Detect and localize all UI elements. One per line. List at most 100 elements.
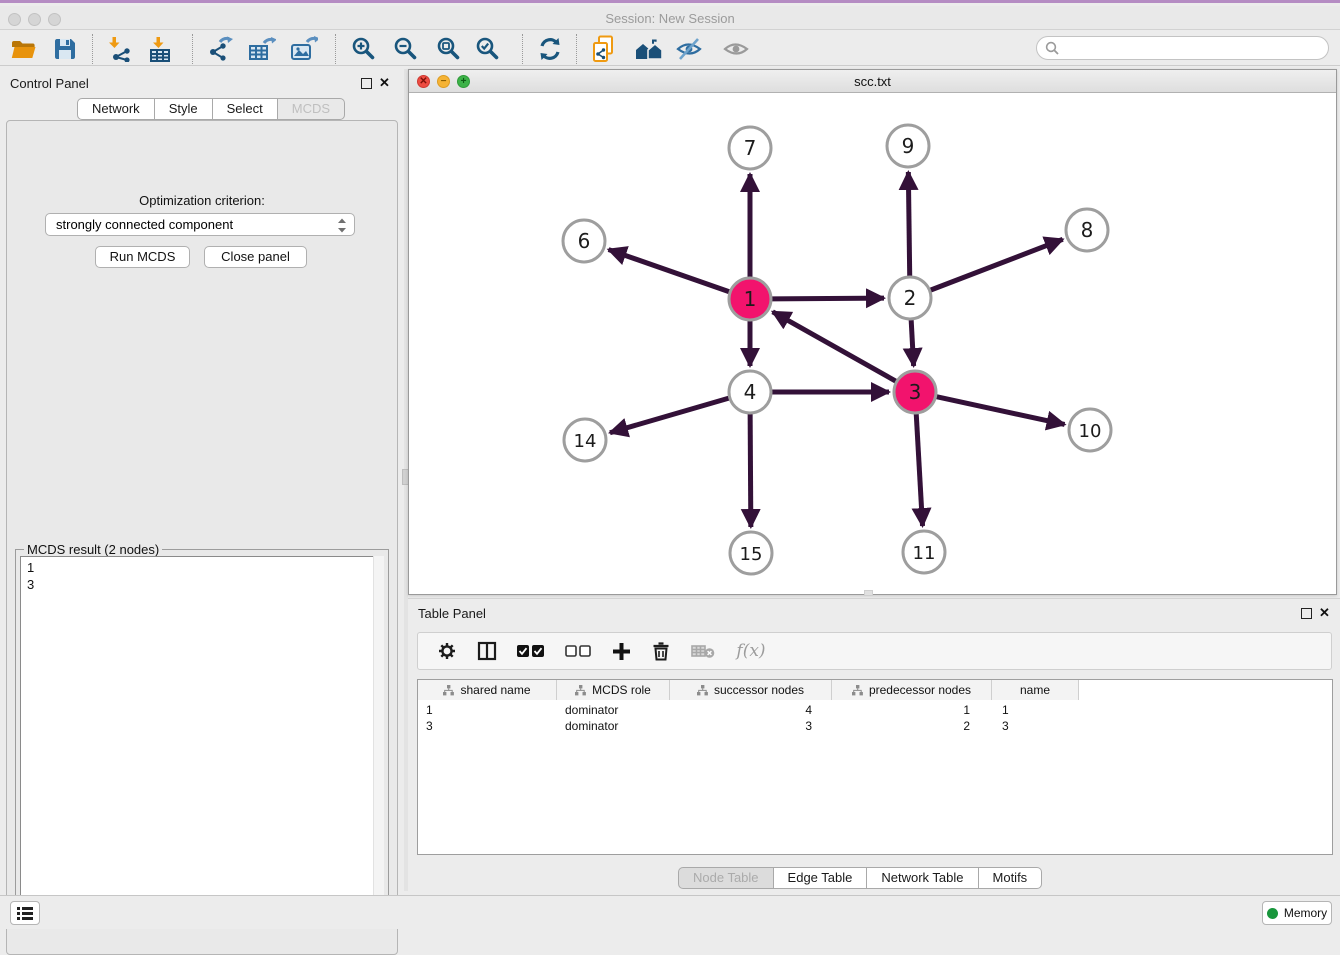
result-scrollbar[interactable] — [373, 556, 384, 922]
mcds-result-text[interactable]: 1 3 — [20, 556, 384, 922]
select-all-rows-icon[interactable] — [516, 640, 546, 662]
graph-edge-2-9[interactable] — [908, 172, 909, 276]
delete-columns-icon[interactable] — [650, 640, 672, 662]
graph-node-8[interactable]: 8 — [1066, 209, 1108, 251]
table-row[interactable]: 1 dominator 4 1 1 — [418, 702, 1079, 718]
status-bar: Memory — [0, 895, 1340, 929]
graph-edge-4-15[interactable] — [750, 414, 751, 527]
graph-edge-2-8[interactable] — [931, 239, 1063, 290]
column-header-successor-nodes[interactable]: successor nodes — [670, 680, 832, 700]
export-network-icon[interactable] — [206, 35, 234, 63]
graph-node-2[interactable]: 2 — [889, 277, 931, 319]
graph-edge-3-10[interactable] — [936, 397, 1064, 425]
import-network-icon[interactable] — [106, 35, 134, 63]
table-options-icon[interactable] — [436, 640, 458, 662]
network-window-titlebar[interactable]: ✕ − + scc.txt — [409, 70, 1336, 93]
float-table-panel-icon[interactable] — [1301, 608, 1312, 619]
tab-network[interactable]: Network — [77, 98, 155, 120]
run-mcds-button[interactable]: Run MCDS — [95, 246, 190, 268]
zoom-fit-icon[interactable] — [435, 35, 463, 63]
search-field[interactable] — [1036, 36, 1329, 60]
memory-button[interactable]: Memory — [1262, 901, 1332, 925]
svg-text:14: 14 — [574, 431, 597, 452]
close-table-panel-icon[interactable]: ✕ — [1319, 605, 1330, 621]
graph-node-10[interactable]: 10 — [1069, 409, 1111, 451]
graph-node-15[interactable]: 15 — [730, 532, 772, 574]
graph-node-3[interactable]: 3 — [894, 371, 936, 413]
graph-node-1[interactable]: 1 — [729, 278, 771, 320]
toolbar-separator — [576, 34, 577, 64]
add-column-icon[interactable] — [610, 640, 632, 662]
close-panel-icon[interactable]: ✕ — [379, 75, 390, 91]
tab-select[interactable]: Select — [213, 98, 278, 120]
network-canvas[interactable]: 1 2 3 4 6 7 8 9 10 11 14 15 — [409, 93, 1336, 594]
tab-mcds[interactable]: MCDS — [278, 98, 345, 120]
save-session-icon[interactable] — [51, 35, 79, 63]
tab-motifs[interactable]: Motifs — [979, 867, 1043, 889]
export-table-icon[interactable] — [248, 35, 276, 63]
graph-node-11[interactable]: 11 — [903, 531, 945, 573]
graph-node-9[interactable]: 9 — [887, 125, 929, 167]
function-builder-icon: f(x) — [734, 640, 768, 662]
control-panel-title: Control Panel — [10, 76, 89, 91]
chevron-updown-icon — [337, 217, 347, 233]
node-table: shared name MCDS role successor nodes pr… — [417, 679, 1333, 855]
toolbar-separator — [92, 34, 93, 64]
apply-layout-icon[interactable] — [536, 35, 564, 63]
toolbar-separator — [192, 34, 193, 64]
svg-text:8: 8 — [1081, 218, 1094, 242]
graph-edge-4-14[interactable] — [610, 398, 729, 433]
graph-edge-1-2[interactable] — [772, 298, 884, 299]
table-panel-title: Table Panel — [418, 606, 486, 621]
criterion-dropdown[interactable]: strongly connected component — [45, 213, 355, 236]
graph-node-6[interactable]: 6 — [563, 220, 605, 262]
show-graphics-details-icon[interactable] — [722, 35, 750, 63]
tab-network-table[interactable]: Network Table — [867, 867, 978, 889]
delete-table-icon[interactable] — [690, 640, 716, 662]
float-panel-icon[interactable] — [361, 78, 372, 89]
mcds-result-groupbox: MCDS result (2 nodes) 1 3 — [15, 549, 389, 927]
titlebar: Session: New Session — [0, 6, 1340, 30]
table-panel-tabs: Node Table Edge Table Network Table Moti… — [678, 867, 1042, 889]
column-header-mcds-role[interactable]: MCDS role — [557, 680, 670, 700]
column-header-shared-name[interactable]: shared name — [418, 680, 557, 700]
column-header-predecessor-nodes[interactable]: predecessor nodes — [832, 680, 992, 700]
column-manager-icon[interactable] — [476, 640, 498, 662]
zoom-out-icon[interactable] — [392, 35, 420, 63]
hierarchy-icon — [697, 685, 708, 696]
graph-edge-3-1[interactable] — [773, 312, 896, 381]
tab-edge-table[interactable]: Edge Table — [774, 867, 868, 889]
svg-text:1: 1 — [744, 287, 757, 311]
window-title: Session: New Session — [0, 11, 1340, 26]
zoom-in-icon[interactable] — [350, 35, 378, 63]
network-graph[interactable]: 1 2 3 4 6 7 8 9 10 11 14 15 — [409, 93, 1336, 594]
table-toolbar: f(x) — [417, 632, 1332, 670]
column-header-name[interactable]: name — [992, 680, 1079, 700]
table-row[interactable]: 3 dominator 3 2 3 — [418, 718, 1079, 734]
close-panel-button[interactable]: Close panel — [204, 246, 307, 268]
open-session-icon[interactable] — [10, 35, 38, 63]
optimization-criterion-label: Optimization criterion: — [7, 193, 397, 208]
graph-edge-2-3[interactable] — [911, 320, 913, 366]
import-table-icon[interactable] — [146, 35, 174, 63]
tab-style[interactable]: Style — [155, 98, 213, 120]
zoom-selected-icon[interactable] — [474, 35, 502, 63]
mcds-result-title: MCDS result (2 nodes) — [24, 542, 162, 557]
graph-edge-3-11[interactable] — [916, 414, 922, 526]
graph-node-7[interactable]: 7 — [729, 127, 771, 169]
tab-node-table[interactable]: Node Table — [678, 867, 774, 889]
control-panel: Control Panel ✕ Optimization criterion: … — [0, 69, 404, 891]
export-image-icon[interactable] — [290, 35, 318, 63]
hide-graphics-details-icon[interactable] — [675, 35, 703, 63]
view-splitter-grip[interactable] — [864, 590, 873, 596]
graph-node-14[interactable]: 14 — [564, 419, 606, 461]
search-input[interactable] — [1064, 39, 1328, 57]
deselect-all-rows-icon[interactable] — [564, 640, 592, 662]
clone-network-icon[interactable] — [590, 35, 618, 63]
graph-edge-1-6[interactable] — [609, 250, 730, 292]
first-neighbors-icon[interactable] — [634, 35, 662, 63]
table-panel: Table Panel ✕ — [408, 598, 1340, 891]
automation-panel-button[interactable] — [10, 901, 40, 925]
main-toolbar — [0, 30, 1340, 66]
graph-node-4[interactable]: 4 — [729, 371, 771, 413]
